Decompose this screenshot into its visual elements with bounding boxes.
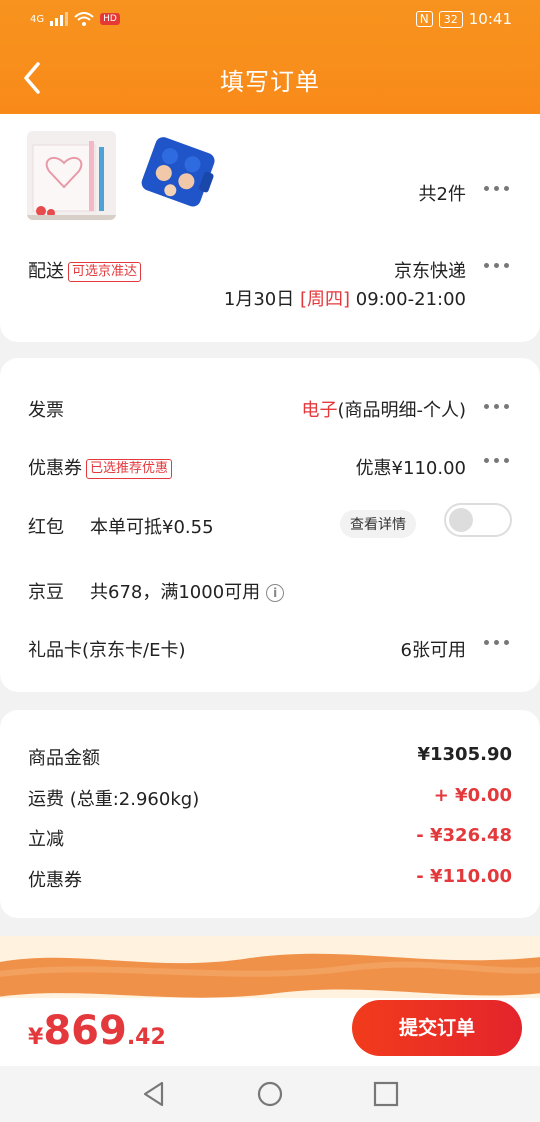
order-total: ¥869.42 [28,1008,166,1054]
summary-amount: - ¥110.00 [416,866,512,887]
gift-card-value: 6张可用 [400,640,466,661]
info-icon[interactable]: i [266,584,285,602]
total-decimal: .42 [126,1025,166,1050]
page-title: 填写订单 [220,68,320,96]
delivery-weekday: [周四] [299,289,351,310]
delivery-date: 1月30日 [223,289,295,310]
more-icon[interactable] [482,261,512,271]
header: 4G HD N 32 10:41 填写订单 [0,0,540,114]
status-bar: 4G HD N 32 10:41 [0,0,540,40]
home-circle-icon[interactable] [256,1080,284,1108]
recents-square-icon[interactable] [372,1080,400,1108]
product-count: 共2件 [418,184,466,205]
summary-label: 立减 [28,829,64,850]
promo-strip-redacted [0,936,540,1000]
summary-label: 优惠券 [28,870,82,891]
view-details-button[interactable]: 查看详情 [340,510,416,538]
jingdou-label: 京豆 [28,582,64,603]
invoice-type-detail: (商品明细-个人) [337,400,466,421]
jingdou-desc: 共678，满1000可用 [90,582,261,603]
price-summary-card: 商品金额 ¥1305.90 运费 (总重:2.960kg) + ¥0.00 立减… [0,710,540,918]
delivery-tag: 可选京准达 [68,262,142,282]
invoice-type-electronic: 电子 [301,400,338,421]
signal-icon [50,12,69,26]
back-triangle-icon[interactable] [140,1080,168,1108]
summary-label: 运费 (总重:2.960kg) [28,789,200,810]
product-image-toothbrush[interactable] [27,131,116,220]
delivery-carrier: 京东快递 [394,261,466,282]
redaction-scribble [0,953,540,998]
submit-order-button[interactable]: 提交订单 [352,1000,522,1056]
invoice-label: 发票 [28,400,64,421]
hd-badge: HD [100,13,120,25]
toggle-knob [449,508,473,532]
more-icon[interactable] [482,402,512,412]
delivery-label: 配送 [28,261,64,282]
gift-card-label: 礼品卡(京东卡/E卡) [28,640,186,661]
coupon-value: 优惠¥110.00 [355,458,466,479]
more-icon[interactable] [482,456,512,466]
summary-amount: ¥1305.90 [417,744,512,765]
total-integer: 869 [43,1008,127,1054]
nfc-icon: N [415,11,433,27]
payment-options-card: 发票 电子(商品明细-个人) 优惠券 已选推荐优惠 优惠¥110.00 红包 本单可… [0,358,540,692]
summary-amount: - ¥326.48 [416,825,512,846]
signal-text: 4G [30,13,45,25]
summary-label: 商品金额 [28,748,100,769]
currency-symbol: ¥ [28,1025,44,1050]
red-packet-label: 红包 [28,517,64,538]
summary-amount: + ¥0.00 [433,785,512,806]
product-image-egg-box[interactable] [132,134,224,216]
red-packet-desc: 本单可抵¥0.55 [90,517,214,538]
delivery-time-range: 09:00-21:00 [355,289,466,310]
wifi-icon [74,12,94,26]
checkout-bar: ¥869.42 提交订单 [0,998,540,1066]
battery-level: 32 [438,10,463,28]
red-packet-toggle[interactable] [444,503,512,537]
more-icon[interactable] [482,638,512,648]
coupon-tag: 已选推荐优惠 [86,459,173,479]
more-icon[interactable] [482,184,512,194]
system-nav-bar [0,1066,540,1122]
coupon-label: 优惠券 [28,458,82,479]
time: 10:41 [468,10,512,28]
